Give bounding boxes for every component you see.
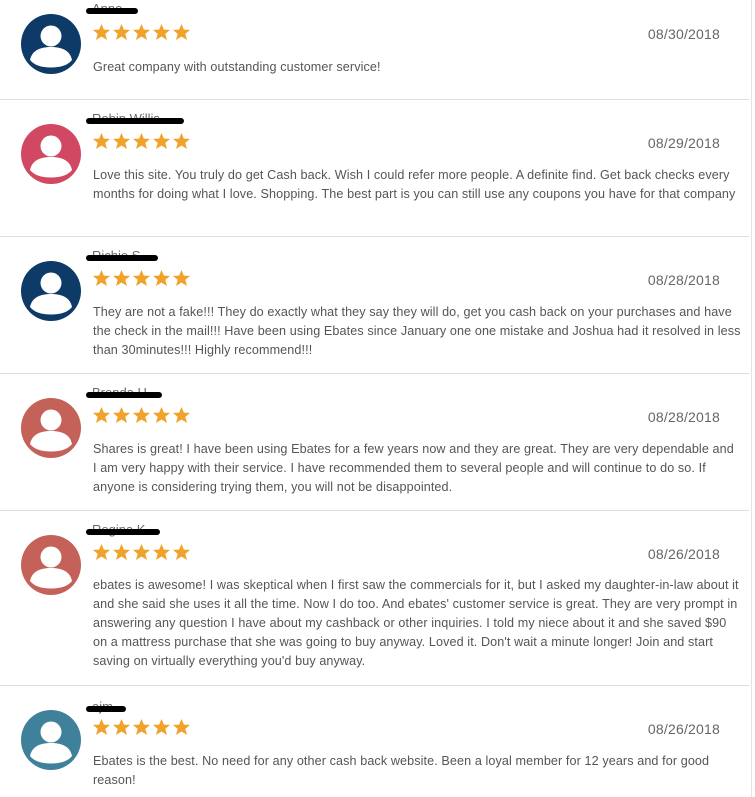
star-icon: [172, 269, 191, 287]
star-icon: [132, 269, 151, 287]
star-icon: [152, 23, 171, 41]
star-icon: [152, 132, 171, 150]
star-rating: [92, 23, 191, 41]
star-icon: [92, 269, 111, 287]
review-date: 08/30/2018: [647, 26, 720, 42]
star-icon: [132, 23, 151, 41]
review-text: Great company with outstanding customer …: [93, 60, 381, 74]
star-icon: [112, 718, 131, 736]
star-icon: [112, 406, 131, 424]
star-icon: [152, 543, 171, 561]
review-card: Brenda H 08/28/2018 Shares is great! I h…: [0, 374, 749, 511]
star-icon: [132, 543, 151, 561]
review-card: Regina K 08/26/2018 ebates is awesome! I…: [0, 511, 749, 686]
reviewer-name: Brenda H: [86, 386, 176, 402]
review-text: They are not a fake!!! They do exactly w…: [93, 305, 741, 357]
review-card: ajm 08/26/2018 Ebates is the best. No ne…: [0, 686, 749, 797]
star-rating: [92, 406, 191, 424]
user-avatar-icon: [21, 124, 81, 184]
star-icon: [152, 718, 171, 736]
user-avatar-icon: [21, 261, 81, 321]
review-card: Richie S. 08/28/2018 They are not a fake…: [0, 237, 749, 374]
redaction-bar: [86, 8, 138, 14]
star-icon: [172, 718, 191, 736]
star-icon: [172, 406, 191, 424]
reviewer-name: Robin Willis: [86, 112, 184, 128]
star-icon: [112, 23, 131, 41]
reviewer-name: Anne: [86, 2, 176, 18]
review-date: 08/28/2018: [647, 409, 720, 425]
star-icon: [152, 406, 171, 424]
star-icon: [132, 718, 151, 736]
star-icon: [172, 132, 191, 150]
review-card: Anne 08/30/2018 Great company with outst…: [0, 0, 749, 100]
star-rating: [92, 269, 191, 287]
star-icon: [112, 132, 131, 150]
user-avatar-icon: [21, 398, 81, 458]
star-icon: [152, 269, 171, 287]
review-text: ebates is awesome! I was skeptical when …: [93, 578, 739, 668]
review-text: Ebates is the best. No need for any othe…: [93, 754, 710, 787]
star-icon: [92, 718, 111, 736]
reviewer-name: Regina K: [86, 523, 176, 539]
review-date: 08/28/2018: [647, 272, 720, 288]
star-icon: [112, 269, 131, 287]
star-icon: [172, 543, 191, 561]
star-icon: [92, 543, 111, 561]
review-text: Shares is great! I have been using Ebate…: [93, 442, 734, 494]
star-icon: [172, 23, 191, 41]
star-icon: [92, 406, 111, 424]
redaction-bar: [86, 392, 162, 398]
reviewer-name: ajm: [86, 700, 176, 716]
star-rating: [92, 718, 191, 736]
star-icon: [112, 543, 131, 561]
star-icon: [132, 132, 151, 150]
review-text: Love this site. You truly do get Cash ba…: [93, 168, 736, 201]
star-icon: [92, 23, 111, 41]
star-icon: [132, 406, 151, 424]
star-rating: [92, 543, 191, 561]
user-avatar-icon: [21, 710, 81, 770]
redaction-bar: [86, 118, 184, 124]
review-date: 08/26/2018: [647, 546, 720, 562]
review-date: 08/29/2018: [647, 135, 720, 151]
user-avatar-icon: [21, 14, 81, 74]
redaction-bar: [86, 706, 126, 712]
star-rating: [92, 132, 191, 150]
user-avatar-icon: [21, 535, 81, 595]
review-date: 08/26/2018: [647, 721, 720, 737]
review-card: Robin Willis 08/29/2018 Love this site. …: [0, 100, 749, 237]
star-icon: [92, 132, 111, 150]
scroll-edge: [751, 0, 752, 797]
reviewer-name: Richie S.: [86, 249, 176, 265]
redaction-bar: [86, 255, 158, 261]
redaction-bar: [86, 529, 160, 535]
